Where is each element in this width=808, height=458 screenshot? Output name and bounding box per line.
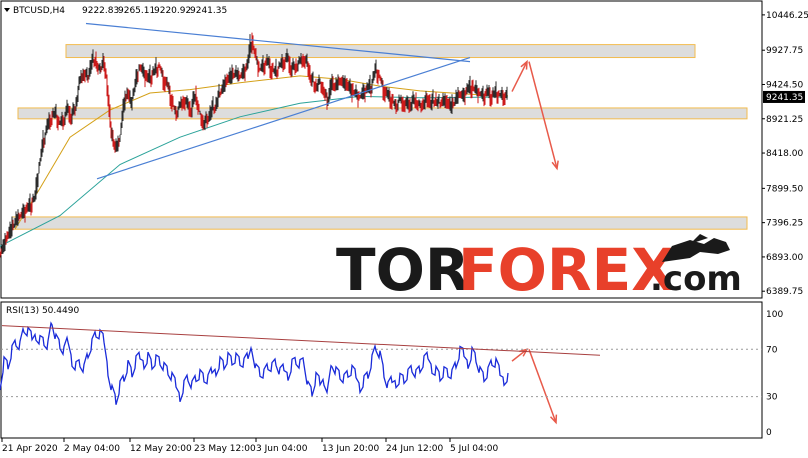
rsi-axis: 100 70 30 0: [766, 310, 783, 438]
time-tick-label: 5 Jul 04:00: [450, 444, 499, 454]
price-tick-label: 6389.75: [766, 287, 803, 297]
price-tick-label: 8921.25: [766, 115, 803, 125]
symbol-header: BTCUSD,H4 9222.83 9265.11 9220.92 9241.3…: [4, 6, 227, 16]
ohlc-high: 9265.11: [118, 6, 155, 16]
price-tick-label: 10446.25: [766, 11, 808, 21]
time-tick-label: 21 Apr 2020: [2, 444, 58, 454]
watermark-tor: TOR: [336, 236, 470, 304]
price-tick-label: 7899.50: [766, 184, 803, 194]
current-price-label: 9241.35: [766, 93, 803, 103]
time-tick-label: 3 Jun 04:00: [256, 444, 308, 454]
price-tick-label: 9927.75: [766, 46, 803, 56]
ohlc-close: 9241.35: [190, 6, 227, 16]
price-tick-label: 8418.00: [766, 149, 803, 159]
rsi-tick-label: 100: [766, 310, 783, 320]
rsi-label: RSI(13) 50.4490: [6, 306, 79, 316]
watermark-com: .com: [650, 259, 742, 299]
rsi-tick-label: 70: [766, 345, 778, 355]
symbol-label: BTCUSD,H4: [13, 6, 65, 16]
price-tick-label: 7396.25: [766, 219, 803, 229]
zone-3: [11, 216, 748, 230]
caret-down-icon: [4, 8, 10, 12]
price-axis: 10446.25 9927.75 9424.50 8921.25 8418.00 7899…: [762, 11, 808, 297]
time-tick-label: 13 Jun 20:00: [322, 444, 379, 454]
time-tick-label: 12 May 20:00: [130, 444, 192, 454]
rsi-tick-label: 0: [766, 428, 772, 438]
time-tick-label: 2 May 04:00: [64, 444, 120, 454]
price-tick-label: 9424.50: [766, 80, 803, 90]
time-axis: 21 Apr 2020 2 May 04:00 12 May 20:00 23 May…: [1, 438, 499, 454]
rsi-forecast-arrow-2: [528, 349, 557, 423]
time-tick-label: 24 Jun 12:00: [386, 444, 443, 454]
forecast-arrow-1: [511, 61, 528, 92]
rsi-line: [0, 321, 509, 405]
current-price-marker: 9241.35: [763, 90, 805, 103]
rsi-panel-frame: [0, 301, 763, 439]
zone-1: [65, 44, 696, 59]
rsi-tick-label: 30: [766, 393, 778, 403]
ohlc-open: 9222.83: [82, 6, 119, 16]
ma-fast-line: [14, 75, 509, 230]
rsi-series-layer: [0, 321, 601, 405]
watermark-logo: TOR FOREX .com: [336, 234, 742, 304]
time-tick-label: 23 May 12:00: [194, 444, 256, 454]
chart-canvas: TOR FOREX .com 10446.25 9927.75 9424.50 892…: [0, 0, 808, 454]
zone-2: [17, 107, 748, 120]
ohlc-low: 9220.92: [154, 6, 191, 16]
watermark-forex: FOREX: [458, 236, 676, 304]
price-tick-label: 6893.00: [766, 253, 803, 263]
